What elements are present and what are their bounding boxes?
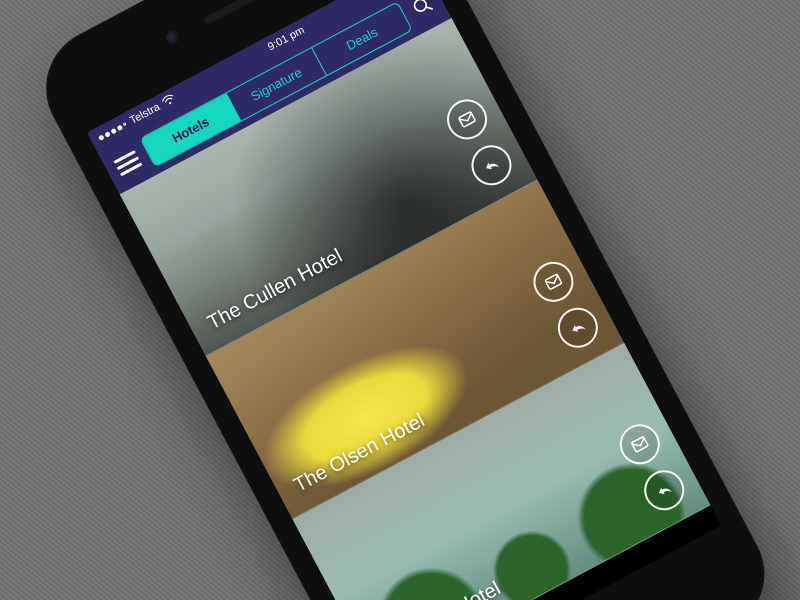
card-actions	[526, 255, 605, 355]
envelope-icon	[455, 107, 479, 131]
envelope-icon	[541, 270, 565, 294]
phone-device: Telstra 9:01 pm Hotels Signature	[25, 0, 785, 600]
share-button[interactable]	[551, 301, 605, 355]
reply-arrow-icon	[652, 478, 676, 502]
stage: Telstra 9:01 pm Hotels Signature	[0, 0, 800, 600]
earpiece-speaker	[201, 0, 264, 26]
hotel-title: The Lyall Hotel	[377, 577, 505, 600]
search-button[interactable]	[409, 0, 436, 19]
menu-button[interactable]	[113, 150, 142, 176]
message-button[interactable]	[440, 92, 494, 146]
envelope-icon	[628, 432, 652, 456]
screen: Telstra 9:01 pm Hotels Signature	[87, 0, 722, 600]
card-actions	[440, 92, 519, 192]
wifi-icon	[161, 92, 179, 110]
share-button[interactable]	[637, 463, 691, 517]
reply-arrow-icon	[479, 153, 503, 177]
reply-arrow-icon	[566, 316, 590, 340]
share-button[interactable]	[464, 138, 518, 192]
message-button[interactable]	[613, 417, 667, 471]
front-camera	[164, 29, 182, 47]
message-button[interactable]	[526, 255, 580, 309]
card-actions	[613, 417, 692, 517]
